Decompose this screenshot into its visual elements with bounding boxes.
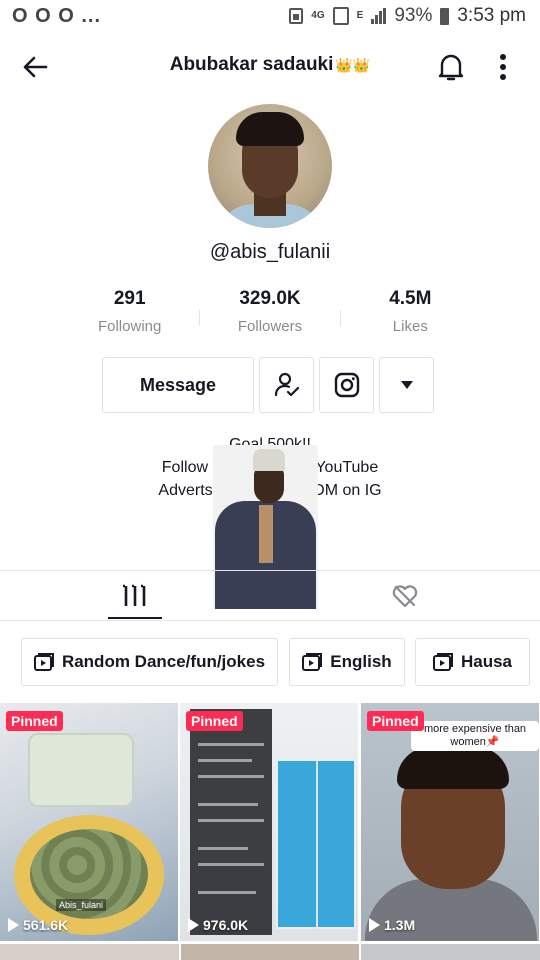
- grid-icon: [123, 584, 147, 606]
- profile-actions: Message: [102, 357, 434, 413]
- person-hair: [397, 747, 509, 789]
- divider: [0, 620, 540, 621]
- user-check-icon: [274, 372, 299, 397]
- view-count: 976.0K: [188, 917, 248, 933]
- text-line: [198, 775, 264, 778]
- playlist-random-dance[interactable]: Random Dance/fun/jokes: [21, 638, 278, 686]
- playlist-icon: [302, 653, 323, 671]
- person-cap: [253, 449, 285, 471]
- stat-label: Likes: [392, 318, 428, 335]
- dot: [500, 54, 506, 60]
- notification-bell-button[interactable]: [436, 51, 466, 83]
- video-thumbnail[interactable]: [180, 944, 360, 960]
- play-icon: [8, 918, 19, 932]
- playlist-icon: [432, 653, 453, 671]
- stat-label: Following: [97, 318, 162, 335]
- watermark-tag: Abis_fulani: [56, 899, 107, 911]
- battery-percent: 93%: [394, 5, 433, 26]
- view-count: 561.6K: [8, 917, 68, 933]
- instagram-icon: [334, 372, 359, 398]
- next-row-thumbnails[interactable]: [0, 944, 540, 960]
- overlay-person-image: [213, 445, 318, 609]
- avatar[interactable]: [208, 104, 332, 228]
- view-count-value: 1.3M: [384, 917, 416, 933]
- video-caption: more expensive than women📌: [411, 721, 539, 751]
- playlist-label: Random Dance/fun/jokes: [61, 652, 266, 671]
- text-line: [198, 863, 264, 866]
- suggested-accounts-button[interactable]: [379, 357, 434, 413]
- stat-likes[interactable]: 4.5M Likes: [341, 288, 480, 344]
- heart-lock-icon: [392, 585, 418, 608]
- text-line: [198, 759, 252, 762]
- signal-box-icon: [332, 7, 349, 25]
- view-count-value: 561.6K: [23, 917, 69, 933]
- stat-followers[interactable]: 329.0K Followers: [200, 288, 339, 344]
- active-tab-indicator: [108, 617, 162, 619]
- more-options-button[interactable]: [490, 52, 516, 82]
- video-thumbnail[interactable]: Abis_fulani Pinned 561.6K: [0, 703, 178, 941]
- stat-following[interactable]: 291 Following: [60, 288, 199, 344]
- profile-header: Abubakar sadauki 👑👑: [0, 44, 540, 90]
- pinned-badge: Pinned: [186, 711, 243, 731]
- playlist-label: English: [330, 652, 392, 671]
- text-line: [198, 803, 258, 806]
- dot: [500, 64, 506, 70]
- video-thumbnail[interactable]: [361, 944, 540, 960]
- notification-dots: O O O ...: [12, 4, 102, 27]
- notification-icons: O O O ...: [12, 5, 101, 28]
- caret-down-icon: [400, 381, 413, 389]
- pinned-badge: Pinned: [367, 711, 424, 731]
- play-icon: [188, 918, 199, 932]
- wardrobe-divider: [316, 759, 318, 929]
- data-saver-icon: [289, 8, 304, 24]
- message-button[interactable]: Message: [102, 357, 254, 413]
- video-thumbnail[interactable]: more expensive than women📌 Pinned 1.3M: [361, 703, 539, 941]
- dot: [500, 74, 506, 80]
- tab-liked[interactable]: [390, 582, 420, 610]
- text-line: [198, 891, 256, 894]
- text-line: [198, 847, 248, 850]
- stat-label: Followers: [237, 318, 303, 335]
- avatar-hair: [236, 112, 304, 146]
- text-line: [198, 743, 264, 746]
- playlist-english[interactable]: English: [289, 638, 405, 686]
- robe-embroidery: [259, 505, 273, 563]
- view-count-value: 976.0K: [203, 917, 249, 933]
- crown-emoji: 👑👑: [335, 57, 371, 73]
- stat-value: 329.0K: [239, 288, 301, 309]
- playlist-icon: [33, 653, 54, 671]
- network-e-label: E: [356, 10, 364, 21]
- system-indicators: 4G E 93% 3:53 pm: [289, 5, 526, 27]
- battery-icon: [440, 7, 450, 25]
- text-line: [198, 819, 264, 822]
- video-thumbnail[interactable]: Pinned 976.0K: [180, 703, 358, 941]
- playlist-hausa[interactable]: Hausa: [415, 638, 530, 686]
- signal-icon: [371, 8, 387, 24]
- clock: 3:53 pm: [457, 5, 526, 26]
- status-bar: O O O ... 4G E 93% 3:53 pm: [0, 0, 540, 32]
- divider: [0, 570, 540, 571]
- network-4g-label: 4G: [311, 10, 325, 21]
- bell-icon: [438, 54, 464, 81]
- stat-value: 291: [113, 288, 146, 309]
- tab-videos[interactable]: [120, 584, 150, 608]
- video-thumbnail[interactable]: [0, 944, 179, 960]
- salad-container: [28, 733, 134, 807]
- instagram-button[interactable]: [319, 357, 374, 413]
- following-status-button[interactable]: [259, 357, 314, 413]
- profile-stats: 291 Following 329.0K Followers 4.5M Like…: [60, 288, 480, 344]
- pinned-badge: Pinned: [6, 711, 63, 731]
- username: @abis_fulanii: [209, 241, 331, 263]
- view-count: 1.3M: [369, 917, 415, 933]
- stat-value: 4.5M: [389, 288, 432, 309]
- display-name: Abubakar sadauki: [169, 54, 334, 75]
- play-icon: [369, 918, 380, 932]
- playlist-label: Hausa: [460, 652, 513, 671]
